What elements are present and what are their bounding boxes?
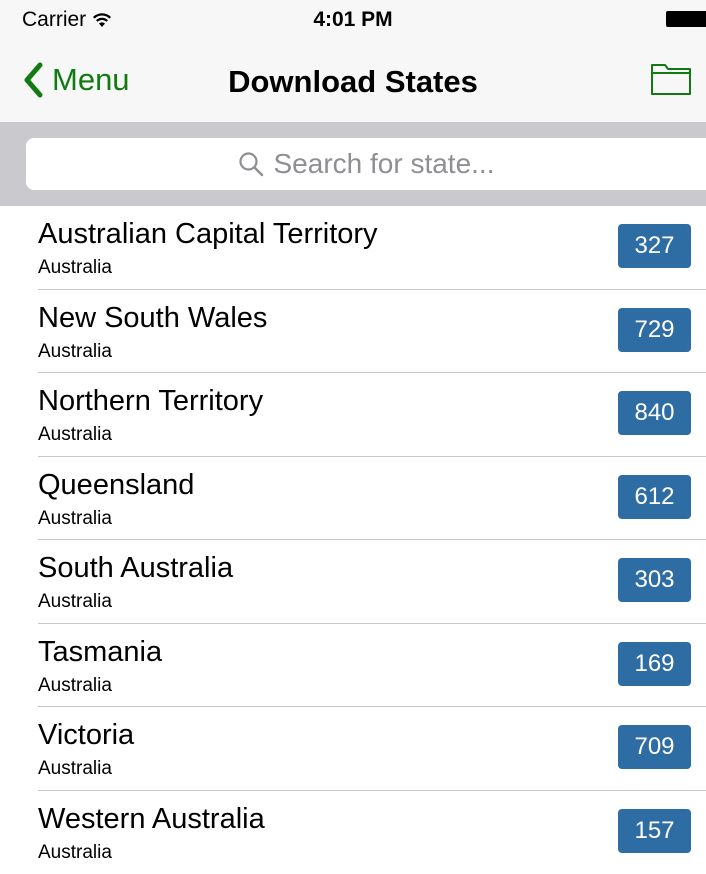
state-country: Australia (38, 424, 112, 446)
count-badge: 840 (618, 391, 691, 435)
state-name: Victoria (38, 719, 134, 752)
state-name: Northern Territory (38, 385, 263, 418)
count-badge: 327 (618, 224, 691, 268)
count-badge: 303 (618, 558, 691, 602)
state-country: Australia (38, 675, 112, 697)
search-icon (238, 151, 264, 177)
status-time: 4:01 PM (0, 8, 706, 32)
list-item[interactable]: South Australia Australia 303 (0, 540, 706, 624)
state-name: Tasmania (38, 636, 162, 669)
state-name: Western Australia (38, 803, 265, 836)
folder-icon (650, 60, 692, 96)
state-country: Australia (38, 257, 112, 279)
count-badge: 612 (618, 475, 691, 519)
search-placeholder: Search for state... (274, 148, 495, 180)
list-item[interactable]: Queensland Australia 612 (0, 457, 706, 541)
search-bar: Search for state... (0, 122, 706, 206)
state-country: Australia (38, 758, 112, 780)
list-item[interactable]: New South Wales Australia 729 (0, 290, 706, 374)
list-item[interactable]: Tasmania Australia 169 (0, 624, 706, 708)
count-badge: 709 (618, 725, 691, 769)
count-badge: 169 (618, 642, 691, 686)
state-country: Australia (38, 842, 112, 864)
list-item[interactable]: Victoria Australia 709 (0, 707, 706, 791)
state-name: Queensland (38, 469, 194, 502)
count-badge: 157 (618, 809, 691, 853)
list-item[interactable]: Northern Territory Australia 840 (0, 373, 706, 457)
folder-button[interactable] (650, 60, 692, 96)
state-name: South Australia (38, 552, 233, 585)
navigation-bar: Menu Download States (0, 40, 706, 122)
state-name: New South Wales (38, 302, 267, 335)
state-country: Australia (38, 341, 112, 363)
state-name: Australian Capital Territory (38, 218, 378, 251)
page-title: Download States (0, 64, 706, 100)
count-badge: 729 (618, 308, 691, 352)
state-country: Australia (38, 508, 112, 530)
status-bar: Carrier 4:01 PM (0, 0, 706, 40)
search-input[interactable]: Search for state... (26, 138, 706, 190)
state-country: Australia (38, 591, 112, 613)
list-item[interactable]: Australian Capital Territory Australia 3… (0, 206, 706, 290)
battery-icon (666, 11, 706, 27)
list-item[interactable]: Western Australia Australia 157 (0, 791, 706, 874)
state-list: Australian Capital Territory Australia 3… (0, 206, 706, 874)
